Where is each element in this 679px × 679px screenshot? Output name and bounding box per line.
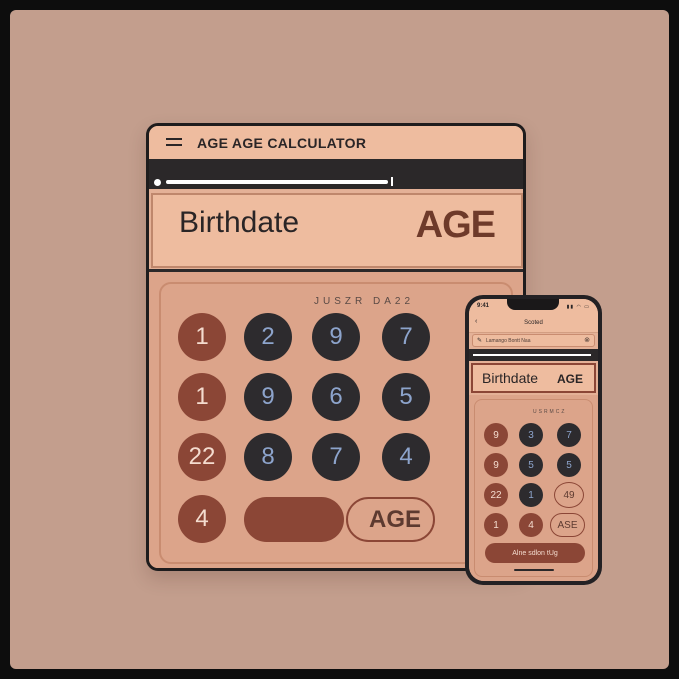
key-button[interactable]: 4 [178, 495, 226, 543]
birthdate-label: Birthdate [482, 370, 539, 386]
progress-bar [473, 354, 591, 356]
key-button[interactable]: 2 [244, 313, 292, 361]
key-button[interactable]: 9 [244, 373, 292, 421]
phone-screen: 9:41 ▮▮ ◠ ▭ ‹ Scoted ✎ Lamango Bontt Naa… [469, 299, 598, 581]
edit-icon: ✎ [477, 338, 483, 344]
menu-icon[interactable] [166, 138, 182, 148]
progress-start-dot [154, 179, 161, 186]
key-button[interactable]: 6 [312, 373, 360, 421]
key-button[interactable]: 5 [519, 453, 543, 477]
key-button[interactable]: 4 [519, 513, 543, 537]
age-button[interactable]: ASE [550, 513, 585, 537]
birthdate-label: Birthdate [179, 206, 300, 239]
key-button[interactable]: 1 [484, 513, 508, 537]
progress-end-marker [391, 177, 393, 186]
age-49-button[interactable]: 49 [554, 482, 584, 508]
keypad-label: JUSZR DA22 [314, 296, 415, 307]
age-label: AGE [415, 204, 496, 246]
key-button[interactable]: 7 [382, 313, 430, 361]
key-button[interactable]: 22 [178, 433, 226, 481]
wide-action-button[interactable] [244, 497, 344, 542]
signal-icon: ▮▮ ◠ ▭ [566, 304, 590, 310]
home-indicator [514, 569, 554, 571]
key-button[interactable]: 9 [312, 313, 360, 361]
key-button[interactable]: 22 [484, 483, 508, 507]
status-time: 9:41 [477, 303, 490, 309]
settings-icon[interactable]: ⊗ [584, 336, 590, 344]
key-button[interactable]: 8 [244, 433, 292, 481]
key-button[interactable]: 1 [519, 483, 543, 507]
key-button[interactable]: 9 [484, 453, 508, 477]
phone-notch [507, 299, 559, 310]
progress-bar [166, 180, 388, 184]
key-button[interactable]: 1 [178, 313, 226, 361]
key-button[interactable]: 9 [484, 423, 508, 447]
address-text: Lamango Bontt Naa [486, 338, 531, 344]
key-button[interactable]: 4 [382, 433, 430, 481]
app-title: AGE AGE CALCULATOR [197, 135, 367, 151]
toolbar [149, 159, 523, 189]
age-button[interactable]: AGE [346, 497, 435, 542]
key-button[interactable]: 1 [178, 373, 226, 421]
key-button[interactable]: 5 [382, 373, 430, 421]
calculate-button[interactable]: Alne sdlon tUg [485, 543, 585, 563]
nav-title: Scoted [524, 320, 543, 326]
phone-device: 9:41 ▮▮ ◠ ▭ ‹ Scoted ✎ Lamango Bontt Naa… [465, 295, 602, 585]
age-label: AGE [556, 372, 583, 386]
key-button[interactable]: 7 [557, 423, 581, 447]
key-button[interactable]: 7 [312, 433, 360, 481]
keypad-label: USRMCZ [533, 409, 567, 415]
key-button[interactable]: 3 [519, 423, 543, 447]
key-button[interactable]: 5 [557, 453, 581, 477]
